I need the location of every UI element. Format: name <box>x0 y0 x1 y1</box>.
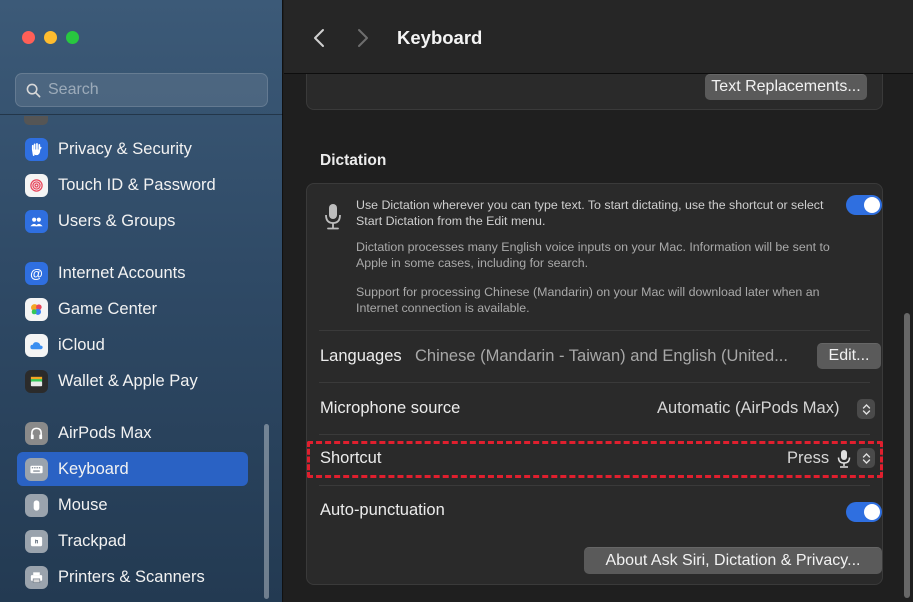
hand-icon <box>25 137 48 161</box>
sidebar-item-airpods-max[interactable]: AirPods Max <box>17 416 248 450</box>
sidebar-item-label: Internet Accounts <box>58 263 186 282</box>
minimize-window-button[interactable] <box>44 31 57 44</box>
sidebar-divider <box>0 114 283 115</box>
trackpad-icon <box>25 529 48 553</box>
languages-label: Languages <box>320 347 402 365</box>
divider <box>319 382 870 383</box>
at-icon: @ <box>25 261 48 285</box>
headphones-icon <box>25 421 48 445</box>
sidebar-item-label: Mouse <box>58 495 108 514</box>
auto-punctuation-toggle[interactable] <box>846 502 882 522</box>
microphone-icon <box>325 204 341 230</box>
game-center-icon <box>25 297 48 321</box>
chevron-left-icon <box>314 29 324 47</box>
chevron-up-down-icon <box>862 403 870 415</box>
close-window-button[interactable] <box>22 31 35 44</box>
dictation-privacy-note: Dictation processes many English voice i… <box>356 240 830 270</box>
search-input[interactable] <box>48 81 258 99</box>
dictation-download-note: Support for processing Chinese (Mandarin… <box>356 285 820 315</box>
sidebar-item-label: Printers & Scanners <box>58 567 205 586</box>
text-replacements-button[interactable]: Text Replacements... <box>705 74 867 100</box>
microphone-source-select[interactable]: Automatic (AirPods Max) <box>657 399 839 418</box>
search-icon <box>26 83 41 97</box>
keyboard-icon <box>25 457 48 481</box>
dictation-toggle[interactable] <box>846 195 882 215</box>
divider <box>319 330 870 331</box>
search-field[interactable] <box>15 73 268 107</box>
languages-value: Chinese (Mandarin - Taiwan) and English … <box>415 347 788 365</box>
sidebar-item-label: Keyboard <box>58 459 129 478</box>
toolbar: Keyboard <box>284 0 913 74</box>
sidebar-item-label: Trackpad <box>58 531 127 550</box>
dictation-card: Use Dictation wherever you can type text… <box>306 183 883 585</box>
back-button[interactable] <box>306 24 332 52</box>
text-input-card: Text Replacements... <box>306 74 883 110</box>
sidebar-item-game-center[interactable]: Game Center <box>17 292 248 326</box>
sidebar-item-internet-accounts[interactable]: @ Internet Accounts <box>17 256 248 290</box>
sidebar-item-keyboard[interactable]: Keyboard <box>17 452 248 486</box>
sidebar-item-users-groups[interactable]: Users & Groups <box>17 204 248 238</box>
fingerprint-icon <box>25 173 48 197</box>
sidebar-item-privacy-security[interactable]: Privacy & Security <box>17 132 248 166</box>
sidebar-item-label: Wallet & Apple Pay <box>58 371 198 390</box>
sidebar-item-label: iCloud <box>58 335 105 354</box>
microphone-source-label: Microphone source <box>320 399 461 417</box>
sidebar-item-label: Users & Groups <box>58 211 176 230</box>
sidebar-item-mouse[interactable]: Mouse <box>17 488 248 522</box>
microphone-source-stepper[interactable] <box>857 399 875 419</box>
dictation-description: Use Dictation wherever you can type text… <box>356 198 824 228</box>
sidebar: Privacy & Security Touch ID & Password U… <box>0 0 283 602</box>
page-title: Keyboard <box>397 27 483 48</box>
sidebar-item-label: Privacy & Security <box>58 139 192 158</box>
sidebar-item-printers[interactable]: Printers & Scanners <box>17 560 248 594</box>
users-icon <box>25 209 48 233</box>
chevron-right-icon <box>358 29 368 47</box>
shortcut-highlight-annotation <box>307 441 883 478</box>
divider <box>319 485 870 486</box>
about-siri-dictation-privacy-button[interactable]: About Ask Siri, Dictation & Privacy... <box>584 547 882 574</box>
sidebar-item-label: Touch ID & Password <box>58 175 216 194</box>
sidebar-item-wallet[interactable]: Wallet & Apple Pay <box>17 364 248 398</box>
sidebar-item-touch-id[interactable]: Touch ID & Password <box>17 168 248 202</box>
auto-punctuation-label: Auto-punctuation <box>320 501 445 519</box>
sidebar-item-label: Game Center <box>58 299 158 318</box>
divider <box>319 434 870 435</box>
cloud-icon <box>25 333 48 357</box>
dictation-section-title: Dictation <box>320 152 387 169</box>
sidebar-scrollbar[interactable] <box>264 424 269 599</box>
wallet-icon <box>25 369 48 393</box>
forward-button[interactable] <box>350 24 376 52</box>
printer-icon <box>25 565 48 589</box>
main-pane: Keyboard Text Replacements... Dictation … <box>284 0 913 602</box>
window-controls <box>22 31 79 44</box>
partially-hidden-icon <box>24 116 48 125</box>
sidebar-item-icloud[interactable]: iCloud <box>17 328 248 362</box>
sidebar-item-trackpad[interactable]: Trackpad <box>17 524 248 558</box>
sidebar-item-label: AirPods Max <box>58 423 152 442</box>
edit-languages-button[interactable]: Edit... <box>817 343 881 369</box>
zoom-window-button[interactable] <box>66 31 79 44</box>
mouse-icon <box>25 493 48 517</box>
main-scrollbar[interactable] <box>904 313 910 598</box>
